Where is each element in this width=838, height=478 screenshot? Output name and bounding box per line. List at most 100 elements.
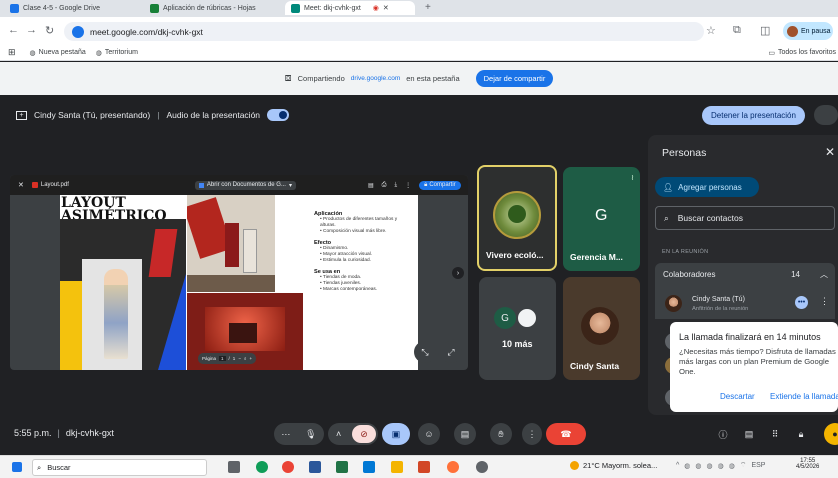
- sidepanel-icon[interactable]: ◫: [760, 24, 770, 37]
- collaborators-group[interactable]: Colaboradores 14 ︿: [655, 263, 835, 285]
- address-bar[interactable]: meet.google.com/dkj-cvhk-gxt: [64, 22, 704, 41]
- panel-title: Personas: [662, 147, 707, 159]
- open-with-label: Abrir con Documentos de G...: [206, 182, 286, 188]
- all-bookmarks-label: Todos los favoritos: [778, 49, 836, 56]
- fullscreen-icon[interactable]: ⤢: [440, 341, 462, 363]
- bookmark-star-icon[interactable]: ☆: [706, 24, 716, 37]
- chrome-icon[interactable]: [282, 461, 294, 473]
- tile-vivero[interactable]: Vivero ecoló...: [477, 165, 557, 271]
- slide-text: Aplicación • Productos de diferentes tam…: [314, 211, 414, 293]
- search-icon: ⌕: [664, 212, 669, 223]
- tile-cindy[interactable]: Cindy Santa: [563, 277, 640, 380]
- stop-sharing-button[interactable]: Dejar de compartir: [475, 70, 554, 87]
- task-view-icon[interactable]: [228, 461, 240, 473]
- more-options-icon[interactable]: ⋮: [405, 182, 411, 189]
- reload-icon[interactable]: ↻: [45, 24, 54, 37]
- add-people-button[interactable]: 👤︎ Agregar personas: [655, 177, 759, 197]
- bookmark-new-tab[interactable]: ◍ Nueva pestaña: [30, 49, 86, 57]
- camera-button-group[interactable]: ˄ ⊘: [328, 423, 378, 445]
- tray-icon[interactable]: ◍: [695, 462, 701, 470]
- tile-gerencia[interactable]: G ≀ Gerencia M...: [563, 167, 640, 271]
- powerpoint-icon[interactable]: [418, 461, 430, 473]
- zoom-out-icon[interactable]: −: [238, 356, 241, 361]
- avatar-letter: G: [501, 312, 509, 324]
- download-icon[interactable]: ⤓: [394, 182, 397, 189]
- open-with-button[interactable]: Abrir con Documentos de G... ▾: [194, 180, 296, 190]
- stop-presenting-button[interactable]: Detener la presentación: [702, 106, 805, 125]
- page-number-input[interactable]: 1: [219, 356, 226, 361]
- tray-icon[interactable]: ◍: [729, 462, 735, 470]
- close-viewer-icon[interactable]: ✕: [18, 181, 24, 189]
- activities-button[interactable]: ⠿: [764, 423, 786, 445]
- meeting-info: 5:55 p.m. | dkj-cvhk-gxt: [14, 428, 114, 438]
- emoji-button[interactable]: ☺: [418, 423, 440, 445]
- effects-button[interactable]: [814, 105, 838, 125]
- folder-icon: ▭: [768, 49, 776, 57]
- site-info-icon[interactable]: [72, 25, 84, 38]
- share-file-button[interactable]: 🔒︎ Compartir: [419, 180, 461, 190]
- extensions-icon[interactable]: ⧉: [733, 24, 741, 37]
- mic-button-group[interactable]: ⋯ 🎙︎: [274, 423, 324, 445]
- user-avatar-button[interactable]: ●: [824, 423, 838, 445]
- more-options-button[interactable]: ⋮: [522, 423, 542, 445]
- more-participants-label: 10 más: [502, 339, 533, 349]
- weather-widget[interactable]: 21°C Mayorm. solea...: [570, 461, 657, 470]
- mic-icon[interactable]: 🎙︎: [305, 429, 316, 440]
- more-options-icon[interactable]: ⋮: [820, 296, 829, 307]
- edge-icon[interactable]: [256, 461, 268, 473]
- extend-call-button[interactable]: Extiende la llamada: [770, 392, 838, 401]
- forward-icon[interactable]: →: [26, 24, 37, 36]
- store-photo-top: [187, 195, 275, 292]
- pin-icon[interactable]: ⤡: [414, 341, 436, 363]
- meeting-details-button[interactable]: ⓘ: [712, 423, 734, 445]
- excel-icon[interactable]: [336, 461, 348, 473]
- participant-row: Cindy Santa (Tú) Anfitrión de la reunión…: [655, 285, 835, 319]
- tab-meet[interactable]: Meet: dkj-cvhk-gxt ◉ ✕: [285, 1, 415, 15]
- new-tab-icon[interactable]: +: [425, 2, 431, 13]
- back-icon[interactable]: ←: [8, 24, 19, 36]
- raise-hand-button[interactable]: ✋︎: [490, 423, 512, 445]
- bookmark-territorium[interactable]: ◍ Territorium: [96, 49, 138, 57]
- store-icon[interactable]: [363, 461, 375, 473]
- wifi-icon[interactable]: ⌔: [740, 461, 747, 470]
- more-audio-icon[interactable]: ⋯: [281, 429, 290, 440]
- all-bookmarks[interactable]: ▭ Todos los favoritos: [768, 49, 836, 57]
- close-panel-icon[interactable]: ✕: [825, 145, 835, 159]
- file-explorer-icon[interactable]: [391, 461, 403, 473]
- tray-icon[interactable]: ◍: [684, 462, 690, 470]
- host-controls-button[interactable]: 🔒︎: [790, 423, 812, 445]
- profile-paused-button[interactable]: En pausa: [783, 22, 833, 40]
- close-tab-icon[interactable]: ✕: [383, 4, 389, 12]
- apps-grid-icon[interactable]: ⊞: [8, 47, 16, 58]
- tab-drive[interactable]: Clase 4-5 - Google Drive: [10, 1, 140, 15]
- taskbar-search[interactable]: ⌕ Buscar: [32, 459, 207, 476]
- zoom-in-icon[interactable]: +: [249, 356, 252, 361]
- bookmark-label: Nueva pestaña: [38, 49, 86, 56]
- tray-icon[interactable]: ◍: [707, 462, 713, 470]
- tab-sheets[interactable]: Aplicación de rúbricas - Hojas: [150, 1, 270, 15]
- avatar-letter: G: [595, 207, 608, 224]
- red-dress: [225, 223, 239, 267]
- comment-icon[interactable]: ▤: [368, 182, 374, 189]
- chevron-up-icon[interactable]: ^: [676, 462, 679, 469]
- word-icon[interactable]: [309, 461, 321, 473]
- sheets-favicon-icon: [150, 3, 159, 13]
- windows-start-icon[interactable]: [12, 462, 22, 472]
- language-indicator[interactable]: ESP: [751, 462, 765, 469]
- settings-icon[interactable]: [476, 461, 488, 473]
- camera-off-icon[interactable]: ⊘: [352, 425, 376, 443]
- captions-button[interactable]: ▤: [454, 423, 476, 445]
- chat-button[interactable]: ▤: [738, 423, 760, 445]
- chevron-up-icon[interactable]: ˄: [336, 429, 341, 439]
- tray-icon[interactable]: ◍: [718, 462, 724, 470]
- audio-toggle[interactable]: [267, 109, 290, 121]
- clock[interactable]: 17:55 4/5/2026: [796, 458, 819, 470]
- next-page-icon[interactable]: ›: [452, 267, 464, 279]
- print-icon[interactable]: ⎙: [382, 182, 387, 189]
- search-contacts-input[interactable]: ⌕ Buscar contactos: [655, 206, 835, 230]
- tile-more-participants[interactable]: G 10 más: [479, 277, 556, 380]
- firefox-icon[interactable]: [447, 461, 459, 473]
- leave-call-button[interactable]: ☎︎: [546, 423, 586, 445]
- dismiss-button[interactable]: Descartar: [720, 392, 755, 401]
- present-screen-button[interactable]: ▣: [382, 423, 410, 445]
